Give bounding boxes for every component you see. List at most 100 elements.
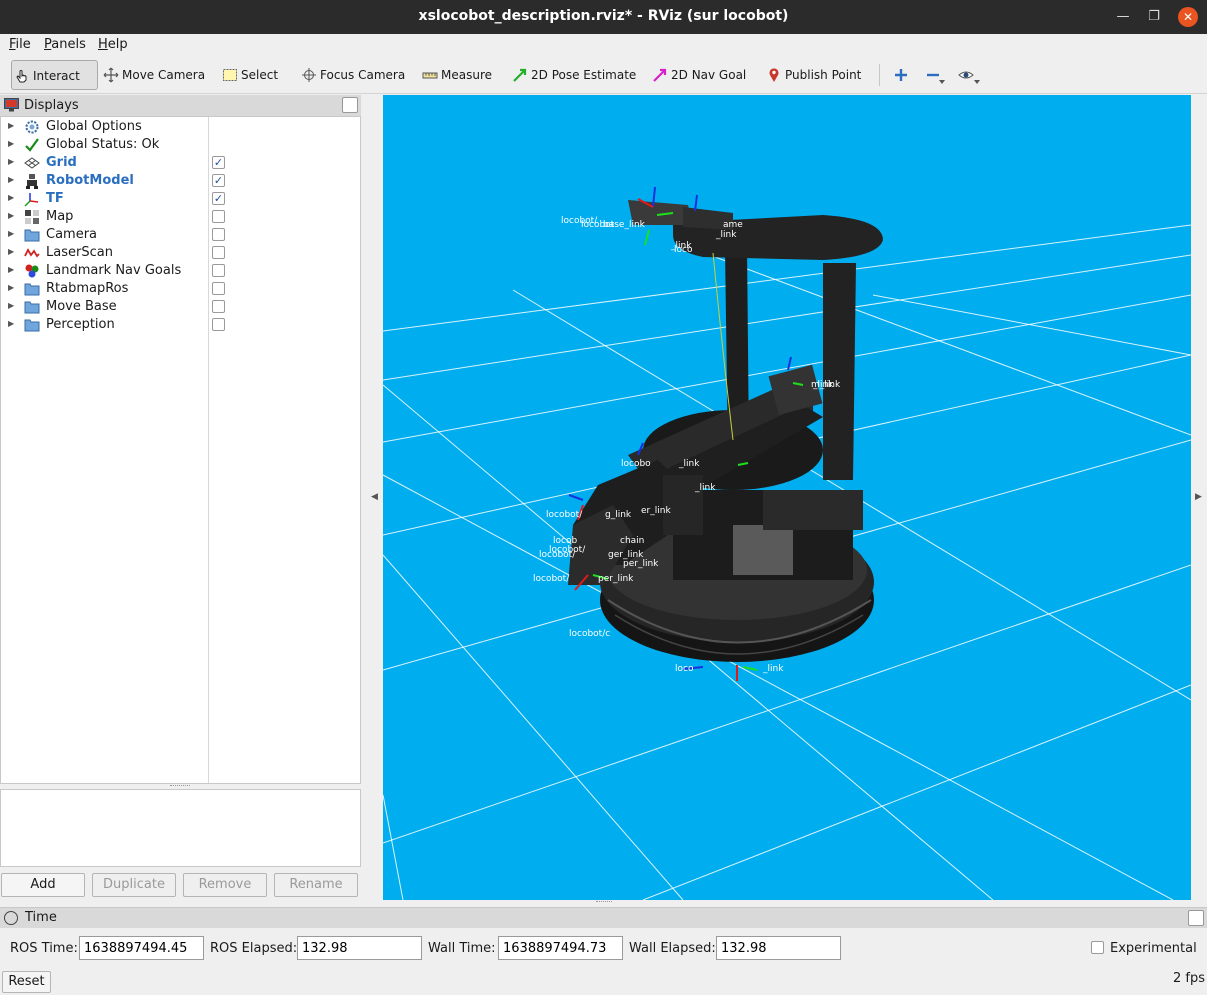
window-title: xslocobot_description.rviz* - RViz (sur … — [418, 8, 789, 24]
expand-arrow-icon[interactable]: ▶ — [8, 229, 14, 238]
expand-arrow-icon[interactable]: ▶ — [8, 157, 14, 166]
display-enable-checkbox[interactable] — [212, 282, 225, 295]
tf-frame-label: per_link — [623, 559, 659, 569]
magenta-arrow-icon — [653, 68, 667, 82]
expand-arrow-icon[interactable]: ▶ — [8, 211, 14, 220]
wall-time-field[interactable] — [498, 936, 623, 960]
focus-camera-icon — [302, 67, 316, 82]
wall-elapsed-label: Wall Elapsed: — [629, 941, 716, 956]
display-row-global-status-ok[interactable]: ▶ Global Status: Ok — [1, 136, 360, 154]
display-row-label: RtabmapRos — [46, 281, 129, 296]
display-enable-checkbox[interactable] — [212, 318, 225, 331]
display-enable-checkbox[interactable] — [212, 264, 225, 277]
tf-frame-label: _link — [715, 230, 737, 240]
add-tool-button[interactable] — [891, 60, 911, 90]
publish-point-tool-button[interactable]: Publish Point — [764, 60, 861, 90]
display-row-label: TF — [46, 191, 64, 206]
tf-frame-label: loco — [675, 664, 694, 674]
display-row-label: LaserScan — [46, 245, 113, 260]
display-enable-checkbox[interactable] — [212, 300, 225, 313]
display-row-camera[interactable]: ▶ Camera — [1, 226, 360, 244]
render-3d-view[interactable]: locobot/ _link locobo _link _link _link … — [383, 95, 1191, 900]
map-icon — [24, 209, 40, 225]
expand-arrow-icon[interactable]: ▶ — [8, 175, 14, 184]
display-row-grid[interactable]: ▶ Grid ✓ — [1, 154, 360, 172]
display-row-laserscan[interactable]: ▶ LaserScan — [1, 244, 360, 262]
dropdown-arrow-icon — [974, 80, 980, 84]
display-row-label: Map — [46, 209, 74, 224]
ros-elapsed-field[interactable] — [297, 936, 422, 960]
display-enable-checkbox[interactable] — [212, 228, 225, 241]
tf-frame-label: loco — [674, 245, 693, 255]
remove-display-button[interactable]: Remove — [183, 873, 267, 897]
expand-arrow-icon[interactable]: ▶ — [8, 193, 14, 202]
display-row-perception[interactable]: ▶ Perception — [1, 316, 360, 334]
folder-icon — [24, 317, 40, 333]
displays-title: Displays — [24, 98, 79, 113]
display-enable-checkbox[interactable] — [212, 210, 225, 223]
tf-frame-label: locobot/c — [569, 629, 610, 639]
display-row-robotmodel[interactable]: ▶ RobotModel ✓ — [1, 172, 360, 190]
reset-button[interactable]: Reset — [2, 971, 51, 993]
time-float-button[interactable] — [1188, 910, 1204, 926]
expand-arrow-icon[interactable]: ▶ — [8, 301, 14, 310]
maximize-button[interactable]: ❐ — [1144, 7, 1164, 27]
move-camera-icon — [103, 67, 119, 82]
expand-arrow-icon[interactable]: ▶ — [8, 121, 14, 130]
folder-icon — [24, 281, 40, 297]
gear-icon — [24, 119, 40, 135]
axes-icon — [24, 191, 40, 207]
expand-arrow-icon[interactable]: ▶ — [8, 265, 14, 274]
tf-frame-label: _link — [694, 483, 716, 493]
menu-panels[interactable]: Panels — [44, 37, 86, 52]
minimize-button[interactable]: — — [1113, 7, 1133, 27]
displays-float-button[interactable] — [342, 97, 358, 113]
expand-arrow-icon[interactable]: ▶ — [8, 319, 14, 328]
view-splitter[interactable] — [596, 901, 612, 903]
tf-frame-label: locobot/ — [539, 550, 576, 560]
close-button[interactable]: ✕ — [1178, 7, 1198, 27]
duplicate-display-button[interactable]: Duplicate — [92, 873, 176, 897]
fps-readout: 2 fps — [1172, 971, 1205, 986]
robot-model — [568, 200, 883, 662]
display-enable-checkbox[interactable]: ✓ — [212, 174, 225, 187]
wall-elapsed-field[interactable] — [716, 936, 841, 960]
focus-camera-tool-button[interactable]: Focus Camera — [299, 60, 405, 90]
rename-display-button[interactable]: Rename — [274, 873, 358, 897]
expand-arrow-icon[interactable]: ▶ — [8, 139, 14, 148]
expand-arrow-icon[interactable]: ▶ — [8, 247, 14, 256]
display-row-label: Grid — [46, 155, 77, 170]
nav-goal-tool-button[interactable]: 2D Nav Goal — [650, 60, 746, 90]
display-row-landmark-nav-goals[interactable]: ▶ Landmark Nav Goals — [1, 262, 360, 280]
monitor-icon — [4, 98, 19, 112]
panel-splitter[interactable] — [170, 785, 190, 787]
interact-tool-button[interactable]: Interact — [11, 60, 98, 90]
expand-arrow-icon[interactable]: ▶ — [8, 283, 14, 292]
tf-frame-label: _link — [678, 459, 700, 469]
display-row-tf[interactable]: ▶ TF ✓ — [1, 190, 360, 208]
display-enable-checkbox[interactable] — [212, 246, 225, 259]
add-display-button[interactable]: Add — [1, 873, 85, 897]
display-row-map[interactable]: ▶ Map — [1, 208, 360, 226]
display-enable-checkbox[interactable]: ✓ — [212, 192, 225, 205]
remove-tool-button[interactable] — [923, 60, 947, 90]
experimental-checkbox[interactable] — [1091, 941, 1104, 954]
collapse-right-arrow-icon[interactable]: ▶ — [1195, 492, 1202, 502]
eye-icon — [958, 71, 974, 78]
menu-help[interactable]: Help — [98, 37, 128, 52]
view-options-button[interactable] — [956, 60, 982, 90]
grid-icon — [24, 155, 40, 171]
ros-time-field[interactable] — [79, 936, 204, 960]
pose-estimate-tool-button[interactable]: 2D Pose Estimate — [510, 60, 636, 90]
display-row-rtabmapros[interactable]: ▶ RtabmapRos — [1, 280, 360, 298]
display-row-global-options[interactable]: ▶ Global Options — [1, 118, 360, 136]
move-camera-tool-button[interactable]: Move Camera — [101, 60, 205, 90]
display-enable-checkbox[interactable]: ✓ — [212, 156, 225, 169]
measure-tool-button[interactable]: Measure — [420, 60, 492, 90]
display-row-move-base[interactable]: ▶ Move Base — [1, 298, 360, 316]
collapse-left-arrow-icon[interactable]: ◀ — [371, 492, 378, 502]
display-description-box — [0, 789, 361, 867]
tf-frame-label: base_link — [603, 220, 646, 230]
menu-file[interactable]: File — [9, 37, 31, 52]
select-tool-button[interactable]: Select — [220, 60, 278, 90]
